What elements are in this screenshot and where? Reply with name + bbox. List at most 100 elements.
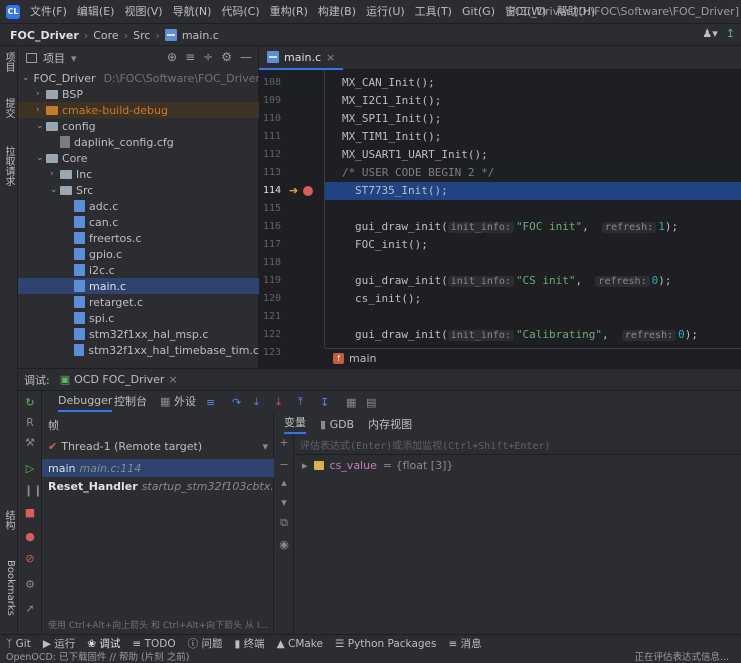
breadcrumb-core[interactable]: Core <box>93 29 118 42</box>
breadcrumb-file[interactable]: main.c <box>182 29 219 42</box>
tree-file[interactable]: stm32f1xx_hal_msp.c <box>18 326 259 342</box>
mute-breakpoints-icon[interactable]: ⊘ <box>24 553 36 565</box>
variable-row[interactable]: ▸ cs_value = {float [3]} <box>294 456 741 474</box>
menu-view[interactable]: 视图(V) <box>124 0 162 24</box>
rerun-icon[interactable]: ↻ <box>24 397 36 409</box>
tool-debug[interactable]: ❀ 调试 <box>87 636 120 651</box>
menu-run[interactable]: 运行(U) <box>366 0 405 24</box>
tree-folder[interactable]: ⌄ Src <box>18 182 259 198</box>
tool-git[interactable]: ᛉ Git <box>6 638 31 650</box>
frame-row[interactable]: Reset_Handler startup_stm32f103cbtx.s:10… <box>42 477 274 495</box>
tree-folder[interactable]: › BSP <box>18 86 259 102</box>
line-number[interactable]: 117 <box>263 236 303 254</box>
line-number[interactable]: 123 <box>263 344 303 362</box>
hide-icon[interactable]: — <box>240 50 252 64</box>
step-out-icon[interactable]: ⤒ <box>298 395 303 409</box>
layout-icon[interactable]: ▤ <box>366 396 376 409</box>
tool-messages[interactable]: ≡ 消息 <box>448 636 481 651</box>
up-icon[interactable]: ▴ <box>278 477 290 489</box>
tree-file[interactable]: adc.c <box>18 198 259 214</box>
pull-requests-tool-tab[interactable]: 拉取请求 <box>2 146 16 186</box>
breadcrumb-src[interactable]: Src <box>133 29 150 42</box>
tool-problems[interactable]: ⓘ 问题 <box>188 636 223 651</box>
line-number[interactable]: 119 <box>263 272 303 290</box>
line-number[interactable]: 121 <box>263 308 303 326</box>
code-line[interactable]: ST7735_Init(); <box>325 182 741 200</box>
resume-icon[interactable]: ▷ <box>24 463 36 475</box>
tree-file[interactable]: i2c.c <box>18 262 259 278</box>
code-line[interactable]: gui_draw_init(init_info: "CS init", refre… <box>325 272 741 290</box>
menu-file[interactable]: 文件(F) <box>30 0 67 24</box>
stop-icon[interactable]: ■ <box>24 507 36 519</box>
chevron-right-icon[interactable]: › <box>50 169 60 179</box>
tree-file[interactable]: stm32f1xx_hal_timebase_tim.c <box>18 342 259 358</box>
locate-icon[interactable]: ⊕ <box>167 50 177 64</box>
code-line[interactable]: MX_SPI1_Init(); <box>325 110 741 128</box>
commit-tool-tab[interactable]: 提交 <box>2 98 16 118</box>
line-number[interactable]: 112 <box>263 146 303 164</box>
menu-navigate[interactable]: 导航(N) <box>173 0 212 24</box>
force-step-into-icon[interactable]: ⤓ <box>276 395 281 409</box>
chevron-down-icon[interactable]: ⌄ <box>36 121 46 131</box>
tree-folder[interactable]: › Inc <box>18 166 259 182</box>
hammer-icon[interactable]: ↥ <box>726 27 735 40</box>
code-line[interactable] <box>325 308 741 326</box>
tree-folder[interactable]: ⌄ Core <box>18 150 259 166</box>
thread-selector[interactable]: ✔ Thread-1 (Remote target) ▾ <box>42 435 274 457</box>
code-line[interactable]: MX_USART1_UART_Init(); <box>325 146 741 164</box>
line-number[interactable]: 116 <box>263 218 303 236</box>
menu-git[interactable]: Git(G) <box>462 0 495 24</box>
tab-debugger[interactable]: Debugger <box>58 392 113 412</box>
watch-eye-icon[interactable]: ◉ <box>278 539 290 551</box>
frame-row[interactable]: main main.c:114 <box>42 459 274 477</box>
code-area[interactable]: MX_CAN_Init(); MX_I2C1_Init(); MX_SPI1_Ini… <box>325 70 741 348</box>
chevron-down-icon[interactable]: ⌄ <box>36 153 46 163</box>
line-number[interactable]: 113 <box>263 164 303 182</box>
step-over-icon[interactable]: ↷ <box>232 396 241 409</box>
wrench-icon[interactable]: ⚒ <box>24 437 36 449</box>
tree-file[interactable]: main.c <box>18 278 259 294</box>
code-line[interactable]: FOC_init(); <box>325 236 741 254</box>
tree-folder[interactable]: › cmake-build-debug <box>18 102 259 118</box>
tree-file[interactable]: can.c <box>18 214 259 230</box>
down-icon[interactable]: ▾ <box>278 497 290 509</box>
debug-config-tab[interactable]: OCD FOC_Driver <box>74 373 164 386</box>
chevron-down-icon[interactable]: ⌄ <box>50 185 60 195</box>
user-icon[interactable]: ♟▾ <box>702 27 717 40</box>
collapse-all-icon[interactable]: ≡ <box>185 50 195 64</box>
line-number[interactable]: 108 <box>263 74 303 92</box>
close-icon[interactable]: × <box>326 51 335 64</box>
tab-memory[interactable]: 内存视图 <box>368 416 412 432</box>
minus-icon[interactable]: − <box>278 459 290 471</box>
code-line[interactable]: MX_CAN_Init(); <box>325 74 741 92</box>
code-line[interactable] <box>325 254 741 272</box>
line-number[interactable]: 111 <box>263 128 303 146</box>
chevron-right-icon[interactable]: ▸ <box>302 459 308 472</box>
run-to-cursor-icon[interactable]: ↧ <box>320 396 329 409</box>
plus-icon[interactable]: + <box>278 437 290 449</box>
tree-file[interactable]: gpio.c <box>18 246 259 262</box>
tab-variables[interactable]: 变量 <box>284 414 306 434</box>
tree-file[interactable]: daplink_config.cfg <box>18 134 259 150</box>
chevron-down-icon[interactable]: ⌄ <box>22 73 30 83</box>
structure-tool-tab[interactable]: 结构 <box>2 510 16 530</box>
tree-file[interactable]: spi.c <box>18 310 259 326</box>
project-tool-tab[interactable]: 项目 <box>2 52 16 72</box>
code-line[interactable] <box>325 200 741 218</box>
tab-gdb[interactable]: ▮ GDB <box>320 418 354 431</box>
breadcrumb-project[interactable]: FOC_Driver <box>10 29 79 42</box>
code-line[interactable]: cs_init(); <box>325 290 741 308</box>
restore-layout-icon[interactable]: R <box>24 417 36 429</box>
bookmarks-tool-tab[interactable]: Bookmarks <box>2 560 16 616</box>
line-number[interactable]: 122 <box>263 326 303 344</box>
code-line[interactable]: MX_TIM1_Init(); <box>325 128 741 146</box>
code-line[interactable]: gui_draw_init(init_info: "FOC init", refr… <box>325 218 741 236</box>
code-line[interactable]: /* USER CODE BEGIN 2 */ <box>325 164 741 182</box>
tree-folder[interactable]: ⌄ FOC_Driver D:\FOC\Software\FOC_Driver <box>18 70 260 86</box>
project-title[interactable]: 项目 <box>43 50 65 66</box>
pin-icon[interactable]: ➚ <box>24 603 36 615</box>
line-number[interactable]: 109 <box>263 92 303 110</box>
current-function[interactable]: main <box>349 352 376 365</box>
menu-build[interactable]: 构建(B) <box>318 0 356 24</box>
line-number[interactable]: 120 <box>263 290 303 308</box>
